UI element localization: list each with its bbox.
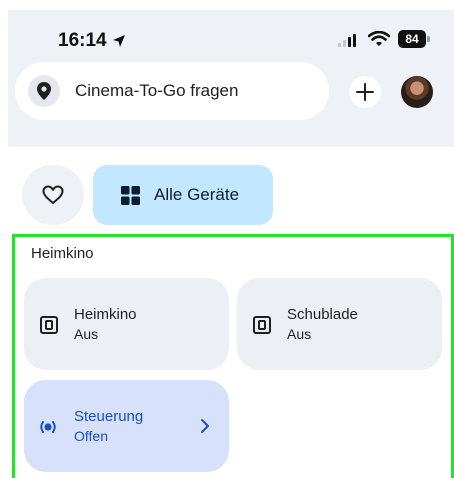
battery-level: 84 bbox=[398, 30, 426, 48]
heart-icon bbox=[42, 185, 64, 205]
plus-icon bbox=[356, 83, 374, 101]
all-devices-label: Alle Geräte bbox=[154, 185, 240, 204]
time-text: 16:14 bbox=[58, 30, 107, 51]
room-title: Heimkino bbox=[31, 245, 94, 262]
tile-state: Offen bbox=[74, 428, 108, 444]
favorites-button[interactable] bbox=[22, 165, 84, 225]
cellular-signal-icon bbox=[338, 34, 356, 47]
tile-state: Aus bbox=[74, 326, 99, 342]
location-arrow-icon bbox=[112, 35, 125, 47]
tile-name: Schublade bbox=[287, 306, 358, 323]
tile-name: Steuerung bbox=[74, 408, 144, 425]
chevron-right-icon bbox=[201, 419, 209, 433]
switch-outlet-icon bbox=[253, 316, 271, 334]
status-time: 16:14 bbox=[58, 30, 126, 52]
search-text: Cinema-To-Go fragen bbox=[75, 81, 239, 100]
add-button[interactable] bbox=[349, 76, 381, 108]
tile-state: Aus bbox=[287, 326, 312, 342]
battery-icon: 84 bbox=[398, 30, 430, 48]
location-pin-icon bbox=[28, 75, 60, 107]
all-devices-chip[interactable]: Alle Geräte bbox=[93, 165, 273, 225]
radio-signal-icon bbox=[40, 421, 56, 433]
grid-icon bbox=[121, 186, 140, 205]
device-tile-schublade[interactable]: Schublade Aus bbox=[237, 278, 442, 370]
device-tile-heimkino[interactable]: Heimkino Aus bbox=[24, 278, 229, 370]
search-bar[interactable]: Cinema-To-Go fragen bbox=[15, 62, 329, 120]
device-tile-steuerung[interactable]: Steuerung Offen bbox=[24, 380, 229, 472]
avatar[interactable] bbox=[401, 76, 433, 108]
switch-outlet-icon bbox=[40, 316, 58, 334]
status-bar: 16:14 84 bbox=[8, 10, 454, 70]
tile-name: Heimkino bbox=[74, 306, 137, 323]
wifi-icon bbox=[368, 31, 390, 46]
